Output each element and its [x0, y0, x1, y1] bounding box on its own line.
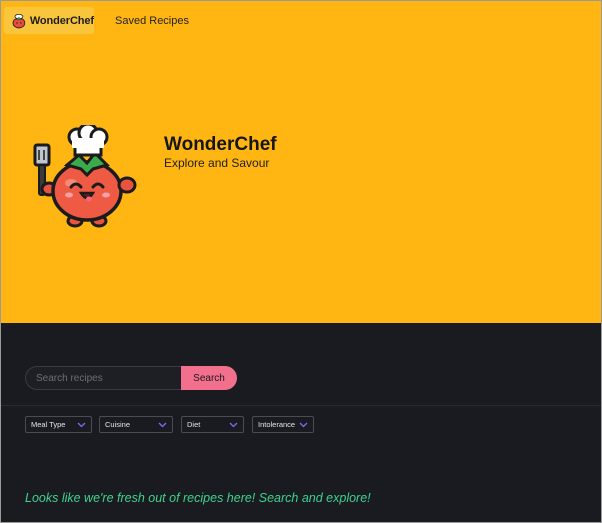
tomato-chef-logo-icon	[12, 13, 26, 28]
chevron-down-icon	[77, 422, 86, 427]
search-bar: Search	[25, 366, 237, 390]
nav-brand-link[interactable]: WonderChef	[4, 7, 94, 34]
hero-tagline: Explore and Savour	[164, 156, 270, 170]
diet-label: Diet	[187, 420, 201, 429]
cuisine-dropdown[interactable]: Cuisine	[99, 416, 173, 433]
hero-title: WonderChef	[164, 134, 277, 155]
hero-section: WonderChef Saved Recipes WonderChef Expl…	[1, 1, 601, 323]
meal-type-dropdown[interactable]: Meal Type	[25, 416, 92, 433]
chevron-down-icon	[229, 422, 238, 427]
intolerance-label: Intolerance	[258, 420, 296, 429]
tomato-chef-mascot-icon	[33, 125, 137, 228]
recipes-section: Search Meal Type Cuisine Diet Intoleranc…	[1, 323, 601, 522]
chevron-down-icon	[158, 422, 167, 427]
section-divider	[1, 405, 601, 406]
search-button[interactable]: Search	[181, 366, 237, 390]
meal-type-label: Meal Type	[31, 420, 66, 429]
saved-recipes-link[interactable]: Saved Recipes	[115, 15, 189, 27]
diet-dropdown[interactable]: Diet	[181, 416, 244, 433]
search-input[interactable]	[25, 366, 181, 390]
cuisine-label: Cuisine	[105, 420, 131, 429]
chevron-down-icon	[299, 422, 308, 427]
intolerance-dropdown[interactable]: Intolerance	[252, 416, 314, 433]
app-window: WonderChef Saved Recipes WonderChef Expl…	[0, 0, 602, 523]
nav-brand-label: WonderChef	[29, 14, 94, 27]
empty-state-message: Looks like we're fresh out of recipes he…	[25, 491, 371, 505]
